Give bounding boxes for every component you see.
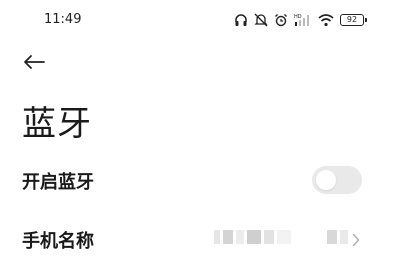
wifi-icon — [318, 13, 334, 27]
chevron-right-icon — [352, 232, 360, 251]
battery-icon: 92 — [340, 14, 367, 26]
alarm-icon — [274, 13, 288, 27]
status-time: 11:49 — [44, 12, 82, 27]
device-name-value-redacted — [214, 230, 348, 244]
hd-signal-icon: HD — [294, 13, 312, 27]
svg-text:HD: HD — [294, 14, 302, 20]
bluetooth-toggle-switch[interactable] — [312, 166, 362, 194]
status-bar: 11:49 HD 92 — [0, 0, 408, 40]
mute-icon — [254, 13, 268, 27]
bluetooth-toggle-row[interactable]: 开启蓝牙 — [0, 155, 408, 205]
toggle-knob — [316, 170, 336, 190]
bluetooth-toggle-label: 开启蓝牙 — [22, 172, 94, 193]
back-button[interactable] — [18, 50, 50, 78]
headphones-icon — [234, 13, 248, 27]
status-icons: HD 92 — [234, 9, 367, 31]
page-title: 蓝牙 — [22, 104, 92, 144]
device-name-label: 手机名称 — [22, 231, 94, 252]
device-name-row[interactable]: 手机名称 — [0, 214, 408, 264]
arrow-left-icon — [22, 54, 46, 74]
